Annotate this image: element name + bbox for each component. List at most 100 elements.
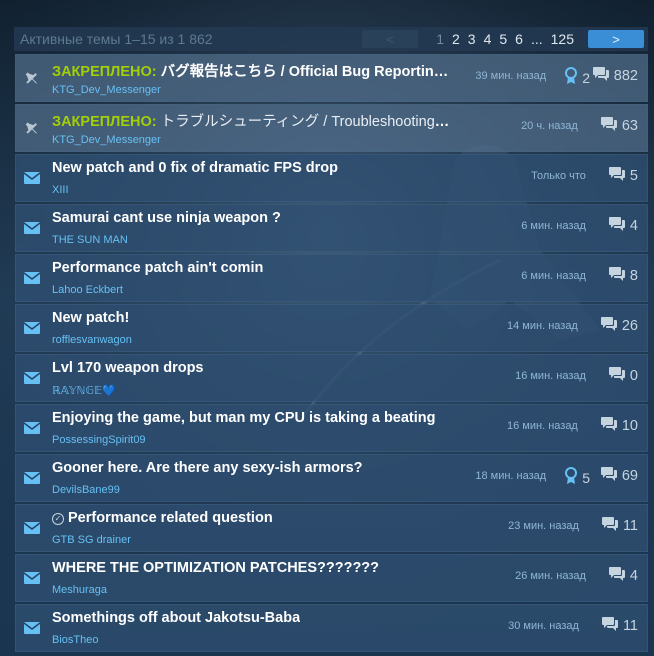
reply-count-value: 8 — [629, 268, 638, 284]
page-2[interactable]: 2 — [448, 31, 464, 47]
award-count: 2 — [582, 69, 590, 86]
topic-author[interactable]: GTB SG drainer — [52, 534, 131, 546]
topic-author[interactable]: Lahoo Eckbert — [52, 284, 123, 296]
topic-author[interactable]: BiosTheo — [52, 634, 98, 646]
topic-title[interactable]: ЗАКРЕПЛЕНО: バグ報告はこちら / Official Bug Repo… — [52, 60, 452, 81]
page-3[interactable]: 3 — [464, 31, 480, 47]
topic-last-post-time: 16 мин. назад — [515, 370, 586, 382]
pagination: < 1 2 3 4 5 6 ... 125 > — [359, 27, 648, 51]
topic-title-text: Gooner here. Are there any sexy-ish armo… — [52, 460, 363, 476]
topic-title[interactable]: ✓ Performance related question — [52, 510, 273, 526]
comment-bubble-icon — [600, 316, 622, 336]
topic-title-text: トラブルシューティング / Troubleshooting / 常見... — [160, 114, 452, 130]
award-badge[interactable]: 5 — [564, 467, 590, 488]
reply-count-value: 882 — [613, 68, 638, 84]
reply-count: 11 — [601, 516, 638, 536]
page-1[interactable]: 1 — [432, 31, 448, 47]
page-5[interactable]: 5 — [495, 31, 511, 47]
topic-author[interactable]: XIII — [52, 184, 69, 196]
reply-count-value: 0 — [629, 368, 638, 384]
reply-count-value: 4 — [629, 218, 638, 234]
topic-author[interactable]: rofflesvanwagon — [52, 334, 132, 346]
comment-bubble-icon — [600, 116, 622, 136]
envelope-icon — [22, 168, 42, 188]
reply-count: 69 — [600, 466, 638, 486]
reply-count: 0 — [608, 366, 638, 386]
topic-row[interactable]: Samurai cant use ninja weapon ? THE SUN M… — [15, 204, 648, 252]
topic-row[interactable]: Somethings off about Jakotsu-Baba BiosThe… — [15, 604, 648, 652]
topic-title-text: バグ報告はこちら / Official Bug Reporting ... — [160, 64, 452, 80]
envelope-icon — [22, 368, 42, 388]
topic-title[interactable]: Lvl 170 weapon drops — [52, 360, 204, 376]
page-4[interactable]: 4 — [480, 31, 496, 47]
topic-title-text: Performance patch ain't comin — [52, 260, 264, 276]
topic-title[interactable]: WHERE THE OPTIMIZATION PATCHES??????? — [52, 560, 379, 576]
comment-bubble-icon — [601, 516, 623, 536]
comment-bubble-icon — [608, 566, 630, 586]
topic-last-post-time: 6 мин. назад — [521, 220, 586, 232]
page-125[interactable]: 125 — [547, 31, 578, 47]
envelope-icon — [22, 418, 42, 438]
topic-title[interactable]: Samurai cant use ninja weapon ? — [52, 210, 281, 226]
comment-bubble-icon — [600, 416, 622, 436]
topic-title[interactable]: ЗАКРЕПЛЕНО: トラブルシューティング / Troubleshootin… — [52, 110, 452, 131]
topic-title-text: New patch and 0 fix of dramatic FPS drop — [52, 160, 339, 176]
topic-list: ЗАКРЕПЛЕНО: バグ報告はこちら / Official Bug Repo… — [15, 54, 648, 654]
topic-row[interactable]: Enjoying the game, but man my CPU is tak… — [15, 404, 648, 452]
topic-title[interactable]: Performance patch ain't comin — [52, 260, 263, 276]
topic-title[interactable]: Enjoying the game, but man my CPU is tak… — [52, 410, 436, 426]
reply-count: 11 — [601, 616, 638, 636]
topic-last-post-time: 16 мин. назад — [507, 420, 578, 432]
topic-author[interactable]: Meshuraga — [52, 584, 107, 596]
topic-title[interactable]: Somethings off about Jakotsu-Baba — [52, 610, 300, 626]
pinned-label: ЗАКРЕПЛЕНО: — [52, 64, 161, 80]
topic-row[interactable]: ЗАКРЕПЛЕНО: バグ報告はこちら / Official Bug Repo… — [15, 54, 648, 102]
envelope-icon — [22, 468, 42, 488]
reply-count-value: 4 — [629, 568, 638, 584]
reply-count: 8 — [608, 266, 638, 286]
reply-count: 10 — [600, 416, 638, 436]
forum-page: Активные темы 1–15 из 1 862 < 1 2 3 4 5 … — [0, 0, 654, 656]
topic-row[interactable]: ✓ Performance related question GTB SG drai… — [15, 504, 648, 552]
page-ellipsis: ... — [530, 31, 543, 47]
topic-last-post-time: 26 мин. назад — [515, 570, 586, 582]
reply-count: 4 — [608, 566, 638, 586]
topic-last-post-time: 23 мин. назад — [508, 520, 579, 532]
topic-last-post-time: Только что — [531, 170, 586, 182]
topic-row[interactable]: Gooner here. Are there any sexy-ish armo… — [15, 454, 648, 502]
reply-count-value: 11 — [622, 518, 638, 534]
topic-title-text: Somethings off about Jakotsu-Baba — [52, 610, 301, 626]
arrow-left-icon: < — [386, 31, 394, 47]
topic-count-label: Активные темы 1–15 из 1 862 — [20, 31, 213, 47]
topic-row[interactable]: New patch! rofflesvanwagon 14 мин. назад 26 — [15, 304, 648, 352]
award-badge[interactable]: 2 — [564, 67, 590, 88]
reply-count-value: 26 — [621, 318, 638, 334]
topic-last-post-time: 20 ч. назад — [521, 120, 578, 132]
topic-title[interactable]: New patch! — [52, 310, 129, 326]
topic-title[interactable]: Gooner here. Are there any sexy-ish armo… — [52, 460, 363, 476]
topic-row[interactable]: New patch and 0 fix of dramatic FPS drop… — [15, 154, 648, 202]
topics-header: Активные темы 1–15 из 1 862 < 1 2 3 4 5 … — [14, 27, 648, 51]
prev-page-button[interactable]: < — [362, 30, 419, 48]
next-page-button[interactable]: > — [588, 30, 644, 48]
topic-author[interactable]: PossessingSpirit09 — [52, 434, 146, 446]
reply-count-value: 69 — [621, 468, 638, 484]
comment-bubble-icon — [608, 216, 630, 236]
page-6[interactable]: 6 — [511, 31, 527, 47]
envelope-icon — [22, 268, 42, 288]
topic-row[interactable]: Performance patch ain't comin Lahoo Eckbe… — [15, 254, 648, 302]
topic-author[interactable]: KTG_Dev_Messenger — [52, 84, 161, 96]
reply-count-value: 11 — [622, 618, 638, 634]
pin-icon — [22, 68, 42, 88]
answered-check-icon: ✓ — [52, 513, 64, 525]
topic-author[interactable]: KTG_Dev_Messenger — [52, 134, 161, 146]
topic-row[interactable]: Lvl 170 weapon drops ℝ𝔸𝕐ℕ𝔾𝔼💙 16 мин. назад… — [15, 354, 648, 402]
topic-title[interactable]: New patch and 0 fix of dramatic FPS drop — [52, 160, 338, 176]
topic-author[interactable]: DevilsBane99 — [52, 484, 120, 496]
comment-bubble-icon — [608, 166, 630, 186]
topic-title-text: Lvl 170 weapon drops — [52, 360, 204, 376]
topic-author[interactable]: ℝ𝔸𝕐ℕ𝔾𝔼💙 — [52, 384, 116, 397]
topic-row[interactable]: ЗАКРЕПЛЕНО: トラブルシューティング / Troubleshootin… — [15, 104, 648, 152]
topic-row[interactable]: WHERE THE OPTIMIZATION PATCHES??????? Mes… — [15, 554, 648, 602]
topic-author[interactable]: THE SUN MAN — [52, 234, 128, 246]
